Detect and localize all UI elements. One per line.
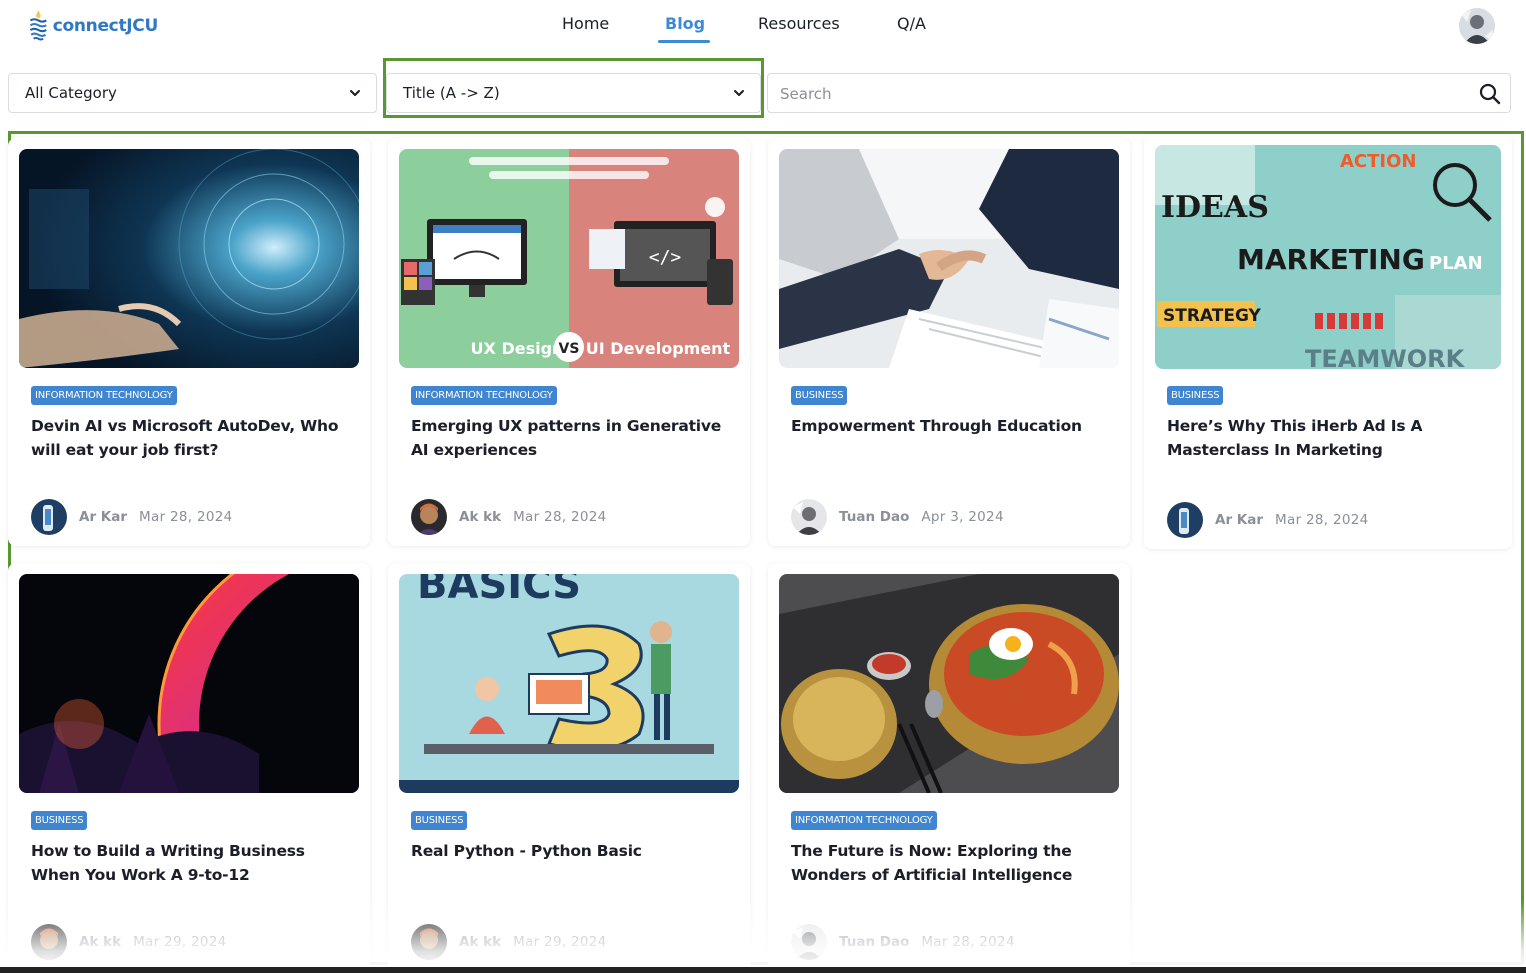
jcu-shield-icon (29, 10, 47, 41)
nav-home[interactable]: Home (562, 14, 609, 33)
chevron-down-icon (350, 90, 360, 96)
image-word-basics: BASICS (417, 574, 581, 608)
post-title[interactable]: Here’s Why This iHerb Ad Is A Masterclas… (1167, 414, 1498, 462)
author-avatar (791, 499, 827, 535)
post-date: Apr 3, 2024 (921, 509, 1004, 525)
category-badge[interactable]: BUSINESS (411, 811, 468, 830)
post-card[interactable]: BUSINESS Empowerment Through Education T… (768, 138, 1130, 546)
category-badge[interactable]: BUSINESS (1167, 386, 1224, 405)
post-card[interactable]: INFORMATION TECHNOLOGY The Future is Now… (768, 563, 1130, 971)
post-author: Ar Kar Mar 28, 2024 (1167, 502, 1369, 538)
author-avatar (411, 499, 447, 535)
author-avatar (31, 499, 67, 535)
nav-blog[interactable]: Blog (665, 14, 705, 33)
sort-select[interactable]: Title (A -> Z) (386, 73, 761, 113)
post-thumbnail: </> UX Design VS UI Development (399, 149, 739, 368)
post-title[interactable]: How to Build a Writing Business When You… (31, 839, 356, 887)
post-thumbnail (779, 149, 1119, 368)
author-avatar (31, 924, 67, 960)
post-author: Ak kk Mar 29, 2024 (31, 924, 227, 960)
post-title[interactable]: Real Python - Python Basic (411, 839, 736, 863)
image-caption-left: UX Design (471, 339, 564, 358)
post-thumbnail (19, 149, 359, 368)
category-badge[interactable]: INFORMATION TECHNOLOGY (411, 386, 557, 405)
top-header: connectJCU Home Blog Resources Q/A (0, 0, 1526, 56)
author-name: Ak kk (459, 509, 502, 525)
post-date: Mar 28, 2024 (1275, 512, 1369, 528)
author-name: Ak kk (79, 934, 122, 950)
window-bottom-edge (0, 967, 1526, 973)
post-card[interactable]: INFORMATION TECHNOLOGY Devin AI vs Micro… (8, 138, 370, 546)
post-card[interactable]: BUSINESS How to Build a Writing Business… (8, 563, 370, 971)
post-card[interactable]: </> UX Design VS UI Development INFORMAT… (388, 138, 750, 546)
post-date: Mar 28, 2024 (513, 509, 607, 525)
category-select-value: All Category (25, 84, 117, 102)
post-date: Mar 28, 2024 (921, 934, 1015, 950)
author-name: Ar Kar (1215, 512, 1264, 528)
author-name: Tuan Dao (839, 934, 910, 950)
user-avatar-image (1459, 8, 1495, 44)
post-thumbnail (779, 574, 1119, 793)
author-name: Ak kk (459, 934, 502, 950)
category-badge[interactable]: INFORMATION TECHNOLOGY (791, 811, 937, 830)
post-thumbnail: BASICS (399, 574, 739, 793)
image-word-action: ACTION (1340, 151, 1416, 172)
image-word-marketing: MARKETING (1237, 243, 1425, 276)
nav-resources[interactable]: Resources (758, 14, 840, 33)
image-word-ideas: IDEAS (1161, 190, 1269, 225)
user-avatar[interactable] (1459, 8, 1495, 44)
post-title[interactable]: Empowerment Through Education (791, 414, 1116, 438)
author-avatar (791, 924, 827, 960)
chevron-down-icon (734, 90, 744, 96)
image-caption-right: UI Development (586, 339, 731, 358)
search-icon[interactable] (1478, 82, 1502, 106)
category-badge[interactable]: BUSINESS (791, 386, 848, 405)
post-thumbnail (19, 574, 359, 793)
category-select[interactable]: All Category (8, 73, 377, 113)
image-caption-vs: VS (559, 341, 580, 357)
post-title[interactable]: Emerging UX patterns in Generative AI ex… (411, 414, 736, 462)
nav-active-indicator (658, 40, 710, 43)
post-date: Mar 29, 2024 (133, 934, 227, 950)
post-author: Tuan Dao Apr 3, 2024 (791, 499, 1004, 535)
sort-select-value: Title (A -> Z) (403, 84, 500, 102)
image-word-plan: PLAN (1429, 253, 1483, 274)
brand-logo[interactable]: connectJCU (28, 4, 158, 48)
image-word-strategy: STRATEGY (1163, 306, 1262, 326)
post-card[interactable]: ACTION IDEAS MARKETING PLAN STRATEGY TEA… (1144, 134, 1512, 549)
post-title[interactable]: The Future is Now: Exploring the Wonders… (791, 839, 1116, 887)
post-author: Tuan Dao Mar 28, 2024 (791, 924, 1015, 960)
post-author: Ak kk Mar 28, 2024 (411, 499, 607, 535)
svg-text:</>: </> (649, 247, 682, 268)
post-thumbnail: ACTION IDEAS MARKETING PLAN STRATEGY TEA… (1155, 145, 1501, 369)
author-avatar (1167, 502, 1203, 538)
post-date: Mar 28, 2024 (139, 509, 233, 525)
author-name: Tuan Dao (839, 509, 910, 525)
brand-name: connectJCU (52, 16, 159, 36)
post-author: Ak kk Mar 29, 2024 (411, 924, 607, 960)
author-avatar (411, 924, 447, 960)
author-name: Ar Kar (79, 509, 128, 525)
post-author: Ar Kar Mar 28, 2024 (31, 499, 233, 535)
post-date: Mar 29, 2024 (513, 934, 607, 950)
search-input[interactable] (780, 82, 1460, 106)
image-word-teamwork: TEAMWORK (1305, 345, 1466, 369)
search-box (767, 73, 1511, 113)
nav-qa[interactable]: Q/A (897, 14, 926, 33)
category-badge[interactable]: BUSINESS (31, 811, 88, 830)
post-title[interactable]: Devin AI vs Microsoft AutoDev, Who will … (31, 414, 356, 462)
post-card[interactable]: BASICS BUSINESS Real Python - Python Bas… (388, 563, 750, 971)
category-badge[interactable]: INFORMATION TECHNOLOGY (31, 386, 177, 405)
